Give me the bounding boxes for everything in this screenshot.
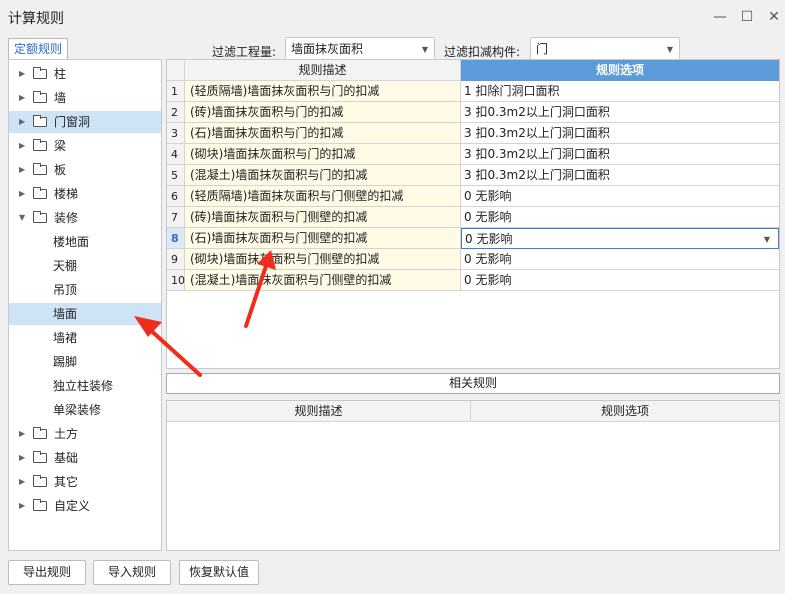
column-header-option[interactable]: 规则选项 [461,60,779,81]
tree-item-earthwork[interactable]: ▶ 土方 [9,423,161,445]
table-row[interactable]: 4 (砌块)墙面抹灰面积与门的扣减 3 扣0.3m2以上门洞口面积 [167,144,779,165]
caret-right-icon[interactable]: ▶ [19,495,25,517]
tree-item-decoration[interactable]: ▼ 装修 [9,207,161,229]
tree-item-skirting[interactable]: 踢脚 [9,351,161,373]
caret-right-icon[interactable]: ▶ [19,447,25,469]
chevron-down-icon: ▼ [421,45,428,54]
caret-right-icon[interactable]: ▶ [19,111,25,133]
tree-item-door-window[interactable]: ▶ 门窗洞 [9,111,161,133]
folder-icon [33,211,47,223]
tree-item-beam-finish[interactable]: 单梁装修 [9,399,161,421]
folder-icon [33,427,47,439]
import-rules-button[interactable]: 导入规则 [93,560,171,585]
related-header-desc[interactable]: 规则描述 [167,401,471,422]
table-row[interactable]: 6 (轻质隔墙)墙面抹灰面积与门侧壁的扣减 0 无影响 [167,186,779,207]
table-row[interactable]: 7 (砖)墙面抹灰面积与门侧壁的扣减 0 无影响 [167,207,779,228]
maximize-icon[interactable]: ☐ [737,7,757,27]
window-title: 计算规则 [8,11,64,27]
caret-down-icon[interactable]: ▼ [19,207,25,229]
folder-icon [33,67,47,79]
tree-item-other[interactable]: ▶ 其它 [9,471,161,493]
caret-right-icon[interactable]: ▶ [19,135,25,157]
caret-right-icon[interactable]: ▶ [19,63,25,85]
grid-corner [167,60,185,81]
filter-project-value: 墙面抹灰面积 [291,42,364,56]
tree-item-custom[interactable]: ▶ 自定义 [9,495,161,517]
folder-icon [33,451,47,463]
tree-item-suspended-ceiling[interactable]: 吊顶 [9,279,161,301]
tree-item-wall-surface[interactable]: 墙面 [9,303,161,325]
filter-component-label: 过滤扣减构件: [444,45,521,59]
caret-right-icon[interactable]: ▶ [19,87,25,109]
table-row[interactable]: 1 (轻质隔墙)墙面抹灰面积与门的扣减 1 扣除门洞口面积 [167,81,779,102]
title-bar: 计算规则 — ☐ ✕ [0,0,785,34]
restore-defaults-button[interactable]: 恢复默认值 [179,560,259,585]
export-rules-button[interactable]: 导出规则 [8,560,86,585]
folder-icon [33,499,47,511]
column-header-desc[interactable]: 规则描述 [185,60,461,81]
folder-icon [33,163,47,175]
tree-item-floor[interactable]: 楼地面 [9,231,161,253]
caret-right-icon[interactable]: ▶ [19,159,25,181]
table-row[interactable]: 9 (砌块)墙面抹灰面积与门侧壁的扣减 0 无影响 [167,249,779,270]
caret-right-icon[interactable]: ▶ [19,183,25,205]
folder-icon [33,187,47,199]
tree-item-foundation[interactable]: ▶ 基础 [9,447,161,469]
option-dropdown[interactable]: 0 无影响 ▼ [461,228,779,249]
table-row[interactable]: 10 (混凝土)墙面抹灰面积与门侧壁的扣减 0 无影响 [167,270,779,291]
related-rules-grid: 规则描述 规则选项 [166,400,780,551]
tree-item-ceiling[interactable]: 天棚 [9,255,161,277]
category-tree: ▶ 柱 ▶ 墙 ▶ 门窗洞 ▶ 梁 ▶ 板 ▶ 楼梯 ▼ 装修 楼地面 天棚 吊顶 墙面 墙裙… [8,59,162,551]
folder-icon [33,91,47,103]
minimize-icon[interactable]: — [710,7,730,27]
rules-grid: 规则描述 规则选项 1 (轻质隔墙)墙面抹灰面积与门的扣减 1 扣除门洞口面积 2(… [166,59,780,369]
filter-component-value: 门 [536,42,549,56]
tree-item-slab[interactable]: ▶ 板 [9,159,161,181]
folder-icon [33,475,47,487]
close-icon[interactable]: ✕ [764,7,784,27]
tree-item-column-finish[interactable]: 独立柱装修 [9,375,161,397]
tab-quota-rules[interactable]: 定额规则 [8,38,68,59]
table-row[interactable]: 2 (砖)墙面抹灰面积与门的扣减 3 扣0.3m2以上门洞口面积 [167,102,779,123]
related-header-option[interactable]: 规则选项 [471,401,779,422]
folder-icon [33,139,47,151]
caret-right-icon[interactable]: ▶ [19,471,25,493]
filter-project-label: 过滤工程量: [212,45,277,59]
grid-header: 规则描述 规则选项 [167,60,779,81]
related-rules-toggle[interactable]: 相关规则 [166,373,780,394]
chevron-down-icon: ▼ [666,45,673,54]
table-row-active[interactable]: 8 (石)墙面抹灰面积与门侧壁的扣减 0 无影响 ▼ [167,228,779,249]
tree-item-column[interactable]: ▶ 柱 [9,63,161,85]
caret-right-icon[interactable]: ▶ [19,423,25,445]
table-row[interactable]: 3 (石)墙面抹灰面积与门的扣减 3 扣0.3m2以上门洞口面积 [167,123,779,144]
folder-icon [33,115,47,127]
tree-item-wall[interactable]: ▶ 墙 [9,87,161,109]
table-row[interactable]: 5 (混凝土)墙面抹灰面积与门的扣减 3 扣0.3m2以上门洞口面积 [167,165,779,186]
tree-item-stairs[interactable]: ▶ 楼梯 [9,183,161,205]
tree-item-beam[interactable]: ▶ 梁 [9,135,161,157]
tree-item-dado[interactable]: 墙裙 [9,327,161,349]
chevron-down-icon[interactable]: ▼ [764,229,770,250]
